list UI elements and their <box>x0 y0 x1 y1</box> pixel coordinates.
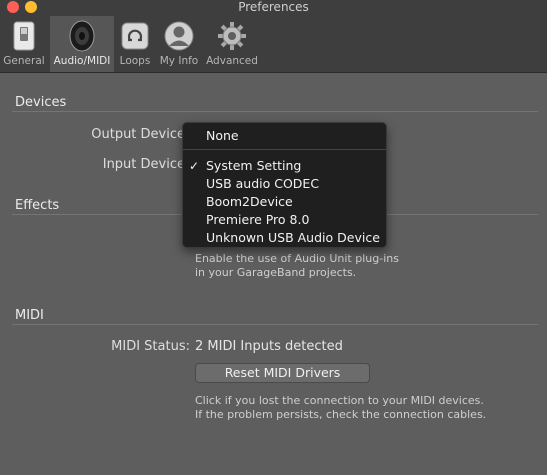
gear-icon <box>215 19 249 53</box>
menu-item-system-setting[interactable]: ✓ System Setting <box>183 157 386 175</box>
tab-advanced-label: Advanced <box>206 55 258 67</box>
midi-section-title: MIDI <box>15 308 44 323</box>
general-switch-icon <box>7 19 41 53</box>
menu-item-boom2device[interactable]: Boom2Device <box>183 193 386 211</box>
preferences-toolbar: General Audio/MIDI Loops My Info Advance… <box>0 16 547 73</box>
tab-loops-label: Loops <box>119 55 151 67</box>
menu-separator <box>183 149 386 150</box>
midi-status-label: MIDI Status: <box>111 339 190 354</box>
menu-item-label: Boom2Device <box>206 194 293 209</box>
midi-divider <box>12 324 538 325</box>
tab-my-info-label: My Info <box>159 55 199 67</box>
menu-item-label: Unknown USB Audio Device <box>206 230 380 245</box>
checkmark-icon: ✓ <box>189 159 200 173</box>
midi-help-line-1: Click if you lost the connection to your… <box>195 394 484 407</box>
title-bar: Preferences <box>0 0 547 16</box>
close-window-button[interactable] <box>7 1 19 13</box>
devices-section-title: Devices <box>15 95 67 110</box>
midi-status-value: 2 MIDI Inputs detected <box>195 339 343 354</box>
tab-my-info[interactable]: My Info <box>157 16 201 72</box>
tab-loops[interactable]: Loops <box>117 16 153 72</box>
effects-help-line-2: in your GarageBand projects. <box>195 266 357 279</box>
window-title: Preferences <box>238 0 309 14</box>
speaker-icon <box>65 19 99 53</box>
tab-advanced[interactable]: Advanced <box>205 16 259 72</box>
menu-item-label: Premiere Pro 8.0 <box>206 212 310 227</box>
loop-icon <box>118 19 152 53</box>
tab-audio-midi[interactable]: Audio/MIDI <box>50 16 114 72</box>
menu-item-none[interactable]: None <box>183 127 386 145</box>
menu-item-label: USB audio CODEC <box>206 176 320 191</box>
menu-item-usb-audio-codec[interactable]: USB audio CODEC <box>183 175 386 193</box>
menu-item-label: System Setting <box>206 158 302 173</box>
input-device-dropdown-menu: None ✓ System Setting USB audio CODEC Bo… <box>182 122 387 248</box>
devices-divider <box>12 111 538 112</box>
effects-help-line-1: Enable the use of Audio Unit plug-ins <box>195 252 399 265</box>
menu-item-unknown-usb-audio-device[interactable]: Unknown USB Audio Device <box>183 229 386 247</box>
tab-general-label: General <box>3 55 45 67</box>
tab-general[interactable]: General <box>3 16 45 72</box>
minimize-window-button[interactable] <box>25 1 37 13</box>
input-device-label: Input Device <box>102 157 185 172</box>
output-device-label: Output Device <box>91 127 185 142</box>
midi-help-line-2: If the problem persists, check the conne… <box>195 408 487 421</box>
tab-audio-midi-label: Audio/MIDI <box>53 55 111 67</box>
menu-item-premiere-pro[interactable]: Premiere Pro 8.0 <box>183 211 386 229</box>
user-avatar-icon <box>162 19 196 53</box>
menu-item-label: None <box>206 128 239 143</box>
effects-section-title: Effects <box>15 198 60 213</box>
reset-midi-drivers-button[interactable]: Reset MIDI Drivers <box>195 363 370 383</box>
